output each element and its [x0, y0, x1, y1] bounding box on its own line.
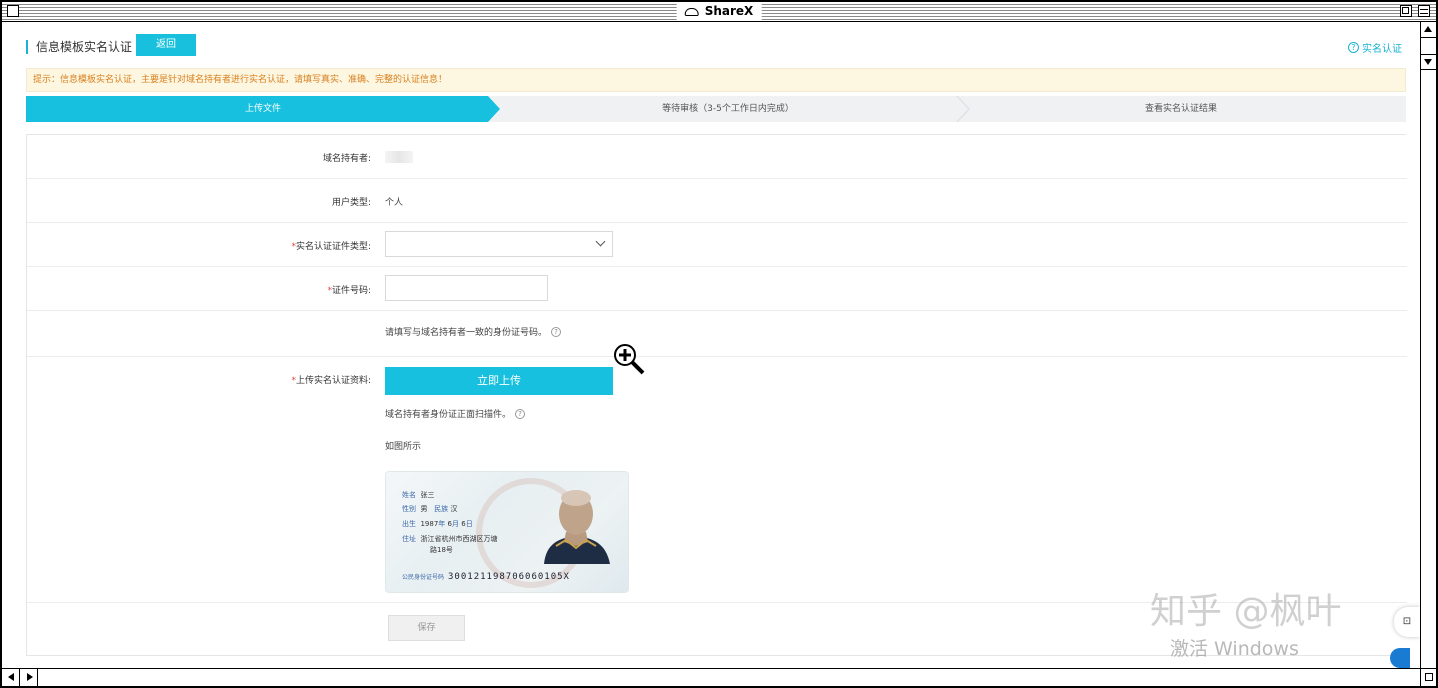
doc-number-input[interactable]	[385, 275, 548, 301]
zoom-box[interactable]	[1400, 5, 1412, 17]
doc-number-row: *证件号码:	[27, 267, 1407, 311]
id-portrait-photo	[544, 490, 610, 564]
doc-number-label: *证件号码:	[327, 283, 371, 296]
id-number-field: 公民身份证号码 300121198706060105X	[402, 572, 570, 582]
doc-number-label-text: 证件号码:	[331, 286, 371, 296]
scroll-right-arrow-icon[interactable]	[22, 669, 38, 686]
doc-number-hint-text: 请填写与域名持有者一致的身份证号码。	[385, 328, 548, 338]
doc-type-row: *实名认证证件类型:	[27, 223, 1407, 267]
scroll-up-arrow-icon[interactable]	[1421, 22, 1436, 38]
holder-label: 域名持有者:	[322, 154, 371, 164]
doc-number-hint-row: 请填写与域名持有者一致的身份证号码。 ?	[27, 311, 1407, 357]
collapse-box[interactable]	[1418, 5, 1430, 17]
windows-activation-watermark: 激活 Windows	[1170, 638, 1299, 660]
horizontal-scrollbar[interactable]	[2, 668, 1420, 686]
doc-type-label: *实名认证证件类型:	[291, 239, 371, 252]
id-address-line2: 路18号	[430, 546, 453, 554]
step-result: 查看实名认证结果	[956, 96, 1406, 122]
doc-number-hint: 请填写与域名持有者一致的身份证号码。 ?	[385, 325, 562, 338]
step-upload: 上传文件	[26, 96, 500, 122]
id-sex-field: 性别 男 民族 汉	[402, 505, 458, 513]
help-link-label: 实名认证	[1362, 44, 1402, 55]
id-address-field: 住址 浙江省杭州市西湖区万塘	[402, 535, 498, 543]
doc-type-select[interactable]	[385, 231, 613, 257]
scroll-down-arrow-icon[interactable]	[1421, 54, 1436, 70]
id-birth-field: 出生 1987年 6月 6日	[402, 520, 473, 528]
doc-type-label-text: 实名认证证件类型:	[295, 242, 371, 252]
upload-button[interactable]: 立即上传	[385, 367, 613, 395]
question-icon: ?	[1348, 42, 1359, 53]
zhihu-watermark: 知乎 @枫叶	[1150, 591, 1342, 632]
vertical-scrollbar[interactable]	[1420, 22, 1436, 668]
id-card-example-image: 姓名 张三 性别 男 民族 汉 出生 1987年 6月 6日 住址 浙江省杭州市…	[385, 471, 629, 593]
holder-row: 域名持有者:	[27, 135, 1407, 179]
title-bar[interactable]: ShareX	[2, 2, 1436, 22]
page-header: 信息模板实名认证 返回 ? 实名认证	[26, 34, 1406, 60]
upload-hint-text: 域名持有者身份证正面扫描件。	[385, 410, 512, 420]
floating-side-button[interactable]: ⊡	[1394, 607, 1420, 637]
app-icon	[684, 7, 699, 16]
floating-help-button[interactable]	[1390, 648, 1410, 668]
sharex-window: ShareX 信息模板实名认证 返回 ? 实名认证 提示：信息模板实名认证，主要…	[0, 0, 1438, 688]
help-question-icon[interactable]: ?	[515, 408, 526, 419]
back-button[interactable]: 返回	[136, 34, 196, 56]
upload-row: *上传实名认证资料: 立即上传 域名持有者身份证正面扫描件。 ? 如图所示 姓名…	[27, 357, 1407, 603]
user-type-value: 个人	[385, 198, 404, 208]
help-question-icon[interactable]: ?	[551, 326, 562, 337]
upload-hint: 域名持有者身份证正面扫描件。 ?	[385, 407, 526, 420]
save-button[interactable]: 保存	[388, 615, 465, 641]
help-link[interactable]: ? 实名认证	[1348, 40, 1402, 55]
upload-label: *上传实名认证资料:	[291, 373, 371, 386]
window-title-text: ShareX	[704, 4, 754, 18]
zoom-in-cursor-icon	[614, 344, 645, 375]
verification-form: 域名持有者: 用户类型: 个人 *实名认证证件类型: *证件号码: 请填写与域名…	[26, 134, 1407, 656]
user-type-label: 用户类型:	[331, 198, 371, 208]
window-title: ShareX	[676, 3, 762, 20]
holder-value-masked	[385, 151, 413, 163]
notice-banner: 提示：信息模板实名认证，主要是针对域名持有者进行实名认证，请填写真实、准确、完整…	[26, 68, 1406, 92]
page-content: 信息模板实名认证 返回 ? 实名认证 提示：信息模板实名认证，主要是针对域名持有…	[6, 24, 1420, 668]
user-type-row: 用户类型: 个人	[27, 179, 1407, 223]
scroll-track[interactable]	[1421, 38, 1436, 54]
header-accent-bar	[26, 40, 28, 54]
close-box[interactable]	[7, 5, 19, 17]
resize-grip-icon[interactable]	[1420, 668, 1436, 686]
chevron-down-icon	[595, 236, 606, 247]
step-progress: 上传文件 等待审核（3-5个工作日内完成） 查看实名认证结果	[26, 96, 1406, 122]
step-review: 等待审核（3-5个工作日内完成）	[488, 96, 968, 122]
upload-label-text: 上传实名认证资料:	[295, 376, 371, 386]
example-label: 如图所示	[385, 442, 422, 452]
scroll-left-arrow-icon[interactable]	[4, 669, 20, 686]
page-title: 信息模板实名认证	[36, 40, 133, 54]
id-name-field: 姓名 张三	[402, 491, 435, 499]
